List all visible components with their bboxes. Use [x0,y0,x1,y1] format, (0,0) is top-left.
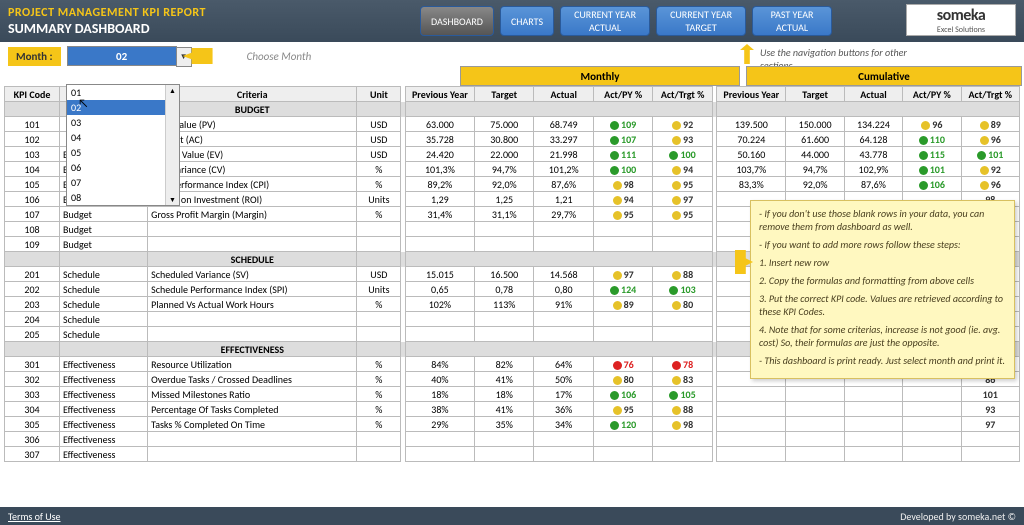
footer: Terms of Use Developed by someka.net © [0,507,1024,525]
nav-cy-target[interactable]: CURRENT YEAR TARGET [656,6,746,36]
terms-link[interactable]: Terms of Use [8,510,61,523]
month-dropdown[interactable]: 01 02 03 04 05 06 07 08 [66,84,180,206]
table-row[interactable]: 307Effectiveness [5,447,1020,462]
nav-py-actual[interactable]: PAST YEAR ACTUAL [752,6,832,36]
dashboard-title: SUMMARY DASHBOARD [8,20,206,37]
nav-cy-actual[interactable]: CURRENT YEAR ACTUAL [560,6,650,36]
nav-buttons: DASHBOARD CHARTS CURRENT YEAR ACTUAL CUR… [420,6,832,36]
table-row[interactable]: 305EffectivenessTasks % Completed On Tim… [5,417,1020,432]
logo: someka Excel Solutions [906,4,1016,36]
header-bar: PROJECT MANAGEMENT KPI REPORT SUMMARY DA… [0,0,1024,42]
report-title: PROJECT MANAGEMENT KPI REPORT [8,6,206,20]
nav-dashboard[interactable]: DASHBOARD [420,6,494,36]
month-label: Month : [8,47,61,66]
nav-charts[interactable]: CHARTS [500,6,554,36]
table-row[interactable]: 304EffectivenessPercentage Of Tasks Comp… [5,402,1020,417]
footer-credit: Developed by someka.net © [900,510,1016,523]
monthly-title: Monthly [460,66,740,86]
help-note: - If you don't use those blank rows in y… [750,200,1015,379]
month-select[interactable]: 02 ▼ [67,46,177,66]
cumulative-title: Cumulative [746,66,1022,86]
dropdown-scrollbar[interactable] [165,85,179,205]
month-hint: Choose Month [247,50,312,63]
table-row[interactable]: 303EffectivenessMissed Milestones Ratio%… [5,387,1020,402]
table-row[interactable]: 306Effectiveness [5,432,1020,447]
